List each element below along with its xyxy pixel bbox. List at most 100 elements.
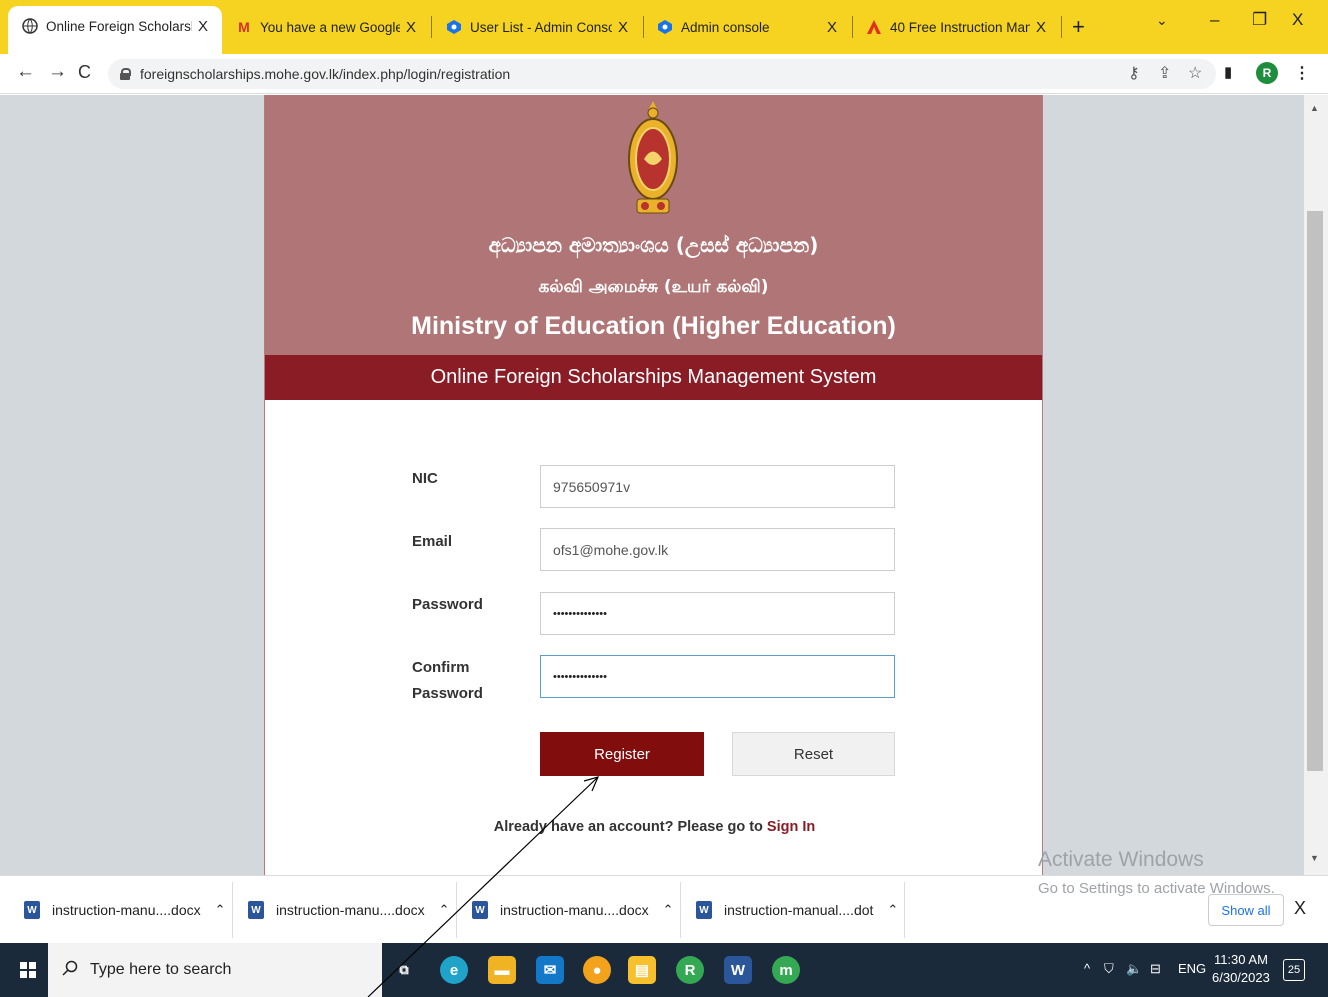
show-all-button[interactable]: Show all	[1208, 894, 1284, 926]
download-separator	[232, 882, 233, 938]
vertical-scrollbar[interactable]: ▲ ▼	[1304, 95, 1328, 875]
reset-button[interactable]: Reset	[732, 732, 895, 776]
word-doc-icon: W	[696, 901, 712, 919]
file-explorer-icon[interactable]: ▬	[488, 956, 516, 984]
tab-admin-console[interactable]: Admin console X	[643, 8, 851, 46]
chevron-up-icon[interactable]: ⌃	[663, 902, 674, 918]
side-panel-icon[interactable]: ▮	[1224, 63, 1232, 81]
language-indicator[interactable]: ENG	[1178, 961, 1206, 976]
tab-close-icon[interactable]: X	[192, 18, 214, 35]
activate-windows-subtitle: Go to Settings to activate Windows.	[1038, 880, 1275, 897]
url-field[interactable]: foreignscholarships.mohe.gov.lk/index.ph…	[108, 59, 1216, 89]
word-doc-icon: W	[472, 901, 488, 919]
nic-label: NIC	[412, 470, 438, 487]
tab-user-list[interactable]: User List - Admin Console X	[432, 8, 642, 46]
tab-close-icon[interactable]: X	[400, 19, 422, 36]
bookmark-star-icon[interactable]: ☆	[1188, 63, 1202, 83]
profile-avatar[interactable]: R	[1256, 62, 1278, 84]
confirm-label-line2: Password	[412, 685, 483, 702]
english-title: Ministry of Education (Higher Education)	[411, 312, 896, 340]
tab-search-button[interactable]: ⌄	[1156, 12, 1168, 29]
tab-title: Admin console	[681, 19, 770, 35]
window-close-button[interactable]: X	[1292, 10, 1303, 30]
download-item[interactable]: W instruction-manual....dot ⌃	[696, 876, 898, 944]
chrome-profile-r-icon[interactable]: R	[676, 956, 704, 984]
word-doc-icon: W	[248, 901, 264, 919]
tab-close-icon[interactable]: X	[1030, 19, 1052, 36]
chrome-profile-m-icon[interactable]: m	[772, 956, 800, 984]
menu-kebab-icon[interactable]: ⋮	[1294, 63, 1310, 83]
windows-start-icon[interactable]	[20, 962, 36, 978]
email-input[interactable]: ofs1@mohe.gov.lk	[540, 528, 895, 571]
network-icon[interactable]: ⊟	[1150, 961, 1161, 977]
page-viewport: අධ්‍යාපන අමාත්‍යාංශය (උසස් අධ්‍යාපන) கல்…	[0, 95, 1304, 875]
reload-icon[interactable]: C	[78, 62, 91, 83]
tab-title: User List - Admin Console	[470, 19, 612, 35]
download-item[interactable]: W instruction-manu....docx ⌃	[24, 876, 226, 944]
volume-icon[interactable]: 🔈	[1126, 961, 1142, 977]
download-filename: instruction-manu....docx	[276, 902, 425, 918]
chevron-up-icon[interactable]: ⌃	[439, 902, 450, 918]
edge-icon[interactable]: e	[440, 956, 468, 984]
share-icon[interactable]: ⇪	[1158, 63, 1171, 83]
registration-card: අධ්‍යාපන අමාත්‍යාංශය (උසස් අධ්‍යාපන) கல்…	[264, 95, 1043, 875]
ministry-header: අධ්‍යාපන අමාත්‍යාංශය (උසස් අධ්‍යාපන) கல்…	[265, 95, 1042, 355]
mail-icon[interactable]: ✉	[536, 956, 564, 984]
key-icon[interactable]: ⚷	[1128, 63, 1140, 83]
taskbar-search-box[interactable]: Type here to search	[48, 943, 382, 997]
scroll-down-arrow-icon[interactable]: ▼	[1310, 853, 1319, 863]
system-name-bar: Online Foreign Scholarships Management S…	[265, 355, 1042, 400]
download-filename: instruction-manu....docx	[52, 902, 201, 918]
tab-instruction-manual[interactable]: 40 Free Instruction Manual Te X	[852, 8, 1060, 46]
search-icon	[62, 960, 78, 981]
search-placeholder: Type here to search	[90, 961, 232, 978]
store-icon[interactable]: ▤	[628, 956, 656, 984]
address-bar: ← → C foreignscholarships.mohe.gov.lk/in…	[0, 54, 1328, 94]
tab-title: You have a new Google accou	[260, 19, 400, 35]
download-separator	[680, 882, 681, 938]
chevron-up-icon[interactable]: ⌃	[215, 902, 226, 918]
download-item[interactable]: W instruction-manu....docx ⌃	[248, 876, 450, 944]
scroll-up-arrow-icon[interactable]: ▲	[1310, 103, 1319, 113]
scrollbar-thumb[interactable]	[1307, 211, 1323, 771]
back-arrow-icon[interactable]: ←	[16, 61, 35, 83]
gmail-icon: M	[238, 19, 250, 35]
signin-prompt: Already have an account? Please go to Sig…	[265, 819, 1044, 835]
tab-google-account[interactable]: M You have a new Google accou X	[222, 8, 430, 46]
email-label: Email	[412, 533, 453, 550]
clock-time: 11:30 AM	[1213, 952, 1268, 967]
password-input[interactable]: ••••••••••••••	[540, 592, 895, 635]
clock-date: 6/30/2023	[1212, 970, 1270, 985]
tab-strip: Online Foreign Scholarships M X M You ha…	[0, 0, 1328, 54]
tab-close-icon[interactable]: X	[612, 19, 634, 36]
confirm-password-input[interactable]: ••••••••••••••	[540, 655, 895, 698]
download-filename: instruction-manu....docx	[500, 902, 649, 918]
download-separator	[904, 882, 905, 938]
forward-arrow-icon[interactable]: →	[48, 61, 67, 83]
globe-icon	[22, 18, 38, 34]
downloads-close-icon[interactable]: X	[1294, 898, 1306, 919]
restore-button[interactable]: ❐	[1252, 10, 1267, 30]
lock-icon	[120, 68, 131, 80]
download-item[interactable]: W instruction-manu....docx ⌃	[472, 876, 674, 944]
security-shield-icon[interactable]: ⛉	[1104, 961, 1114, 977]
minimize-button[interactable]: –	[1210, 10, 1219, 30]
nic-input[interactable]: 975650971v	[540, 465, 895, 508]
taskbar-clock[interactable]: 11:30 AM 6/30/2023	[1212, 951, 1270, 987]
tab-online-foreign-scholarships[interactable]: Online Foreign Scholarships M X	[8, 6, 222, 54]
task-view-icon[interactable]: ⧉	[390, 956, 418, 984]
new-tab-button[interactable]: +	[1072, 14, 1085, 40]
windows-taskbar: Type here to search ⧉ e ▬ ✉ ● ▤ R W m ^ …	[0, 943, 1328, 997]
signin-link[interactable]: Sign In	[767, 819, 815, 835]
register-button[interactable]: Register	[540, 732, 704, 776]
tab-close-icon[interactable]: X	[821, 19, 843, 36]
word-icon[interactable]: W	[724, 956, 752, 984]
tab-separator	[1061, 16, 1062, 38]
activate-windows-title: Activate Windows	[1038, 848, 1204, 871]
notification-badge[interactable]: 25	[1283, 959, 1305, 981]
chevron-up-icon[interactable]: ⌃	[887, 902, 898, 918]
confirm-password-mask: ••••••••••••••	[553, 670, 607, 683]
chrome-icon[interactable]: ●	[583, 956, 611, 984]
tray-overflow-icon[interactable]: ^	[1084, 961, 1090, 976]
admin-icon	[446, 19, 462, 35]
